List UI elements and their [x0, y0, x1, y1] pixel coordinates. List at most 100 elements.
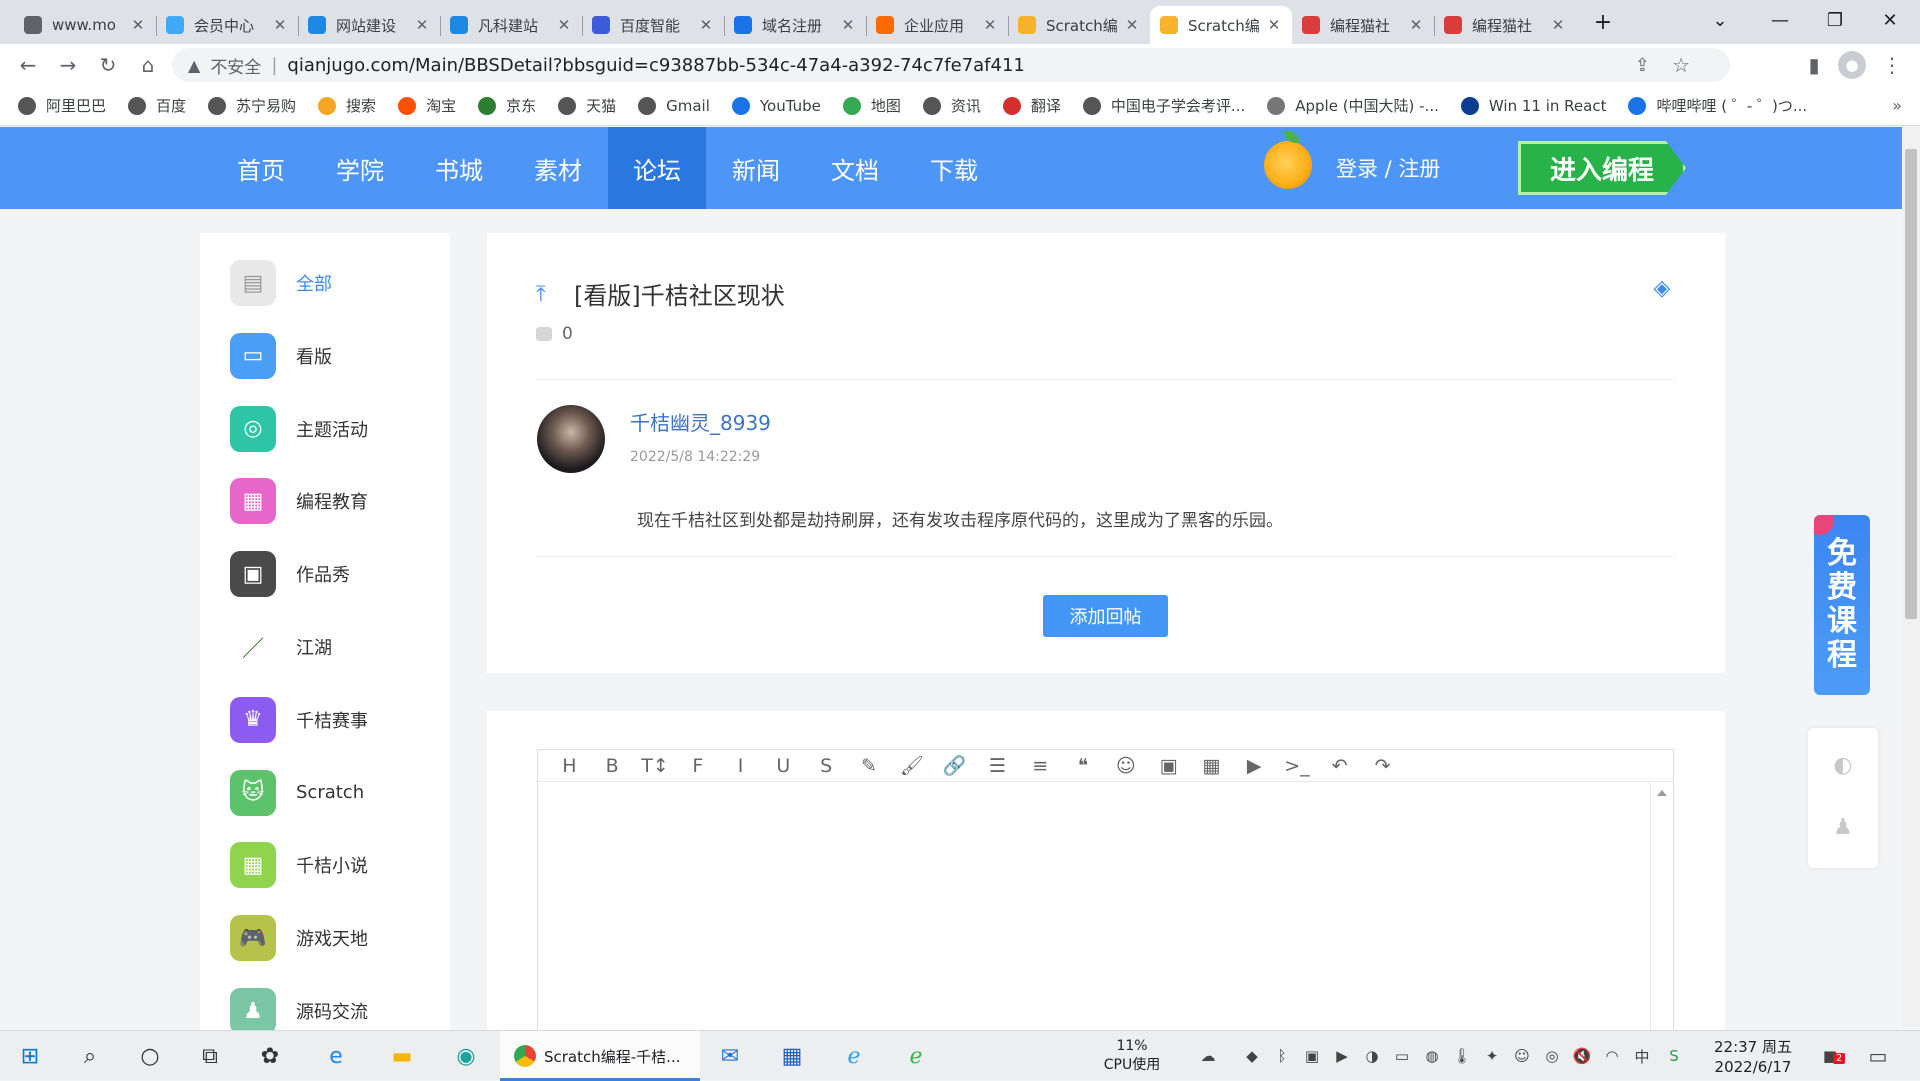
- browser-tab[interactable]: www.mo ✕: [14, 6, 156, 44]
- bookmark-item[interactable]: 百度: [128, 95, 186, 116]
- sidebar-item[interactable]: 🎮 游戏天地: [230, 913, 368, 963]
- browser-tab[interactable]: 编程猫社 ✕: [1292, 6, 1434, 44]
- browser-tab[interactable]: 域名注册 ✕: [724, 6, 866, 44]
- author-avatar[interactable]: [537, 405, 605, 473]
- sidebar-item[interactable]: ▦ 编程教育: [230, 476, 368, 526]
- link-icon[interactable]: 🔗: [933, 754, 976, 777]
- tray-app-icon[interactable]: ☺: [1512, 1046, 1532, 1066]
- cortana-icon[interactable]: ○: [134, 1040, 166, 1072]
- windows-start-icon[interactable]: ⊞: [14, 1040, 46, 1072]
- reload-icon[interactable]: ↻: [94, 51, 122, 79]
- sidebar-item[interactable]: ♛ 千桔赛事: [230, 695, 368, 745]
- sidepanel-icon[interactable]: ▮: [1800, 51, 1828, 79]
- close-tab-icon[interactable]: ✕: [840, 16, 856, 34]
- bookmark-item[interactable]: Win 11 in React: [1460, 96, 1606, 115]
- thermometer-icon[interactable]: 🌡: [1452, 1046, 1472, 1066]
- address-bar[interactable]: ▲ 不安全 | qianjugo.com/Main/BBSDetail?bbsg…: [172, 48, 1730, 82]
- tray-app-icon[interactable]: ▶: [1332, 1046, 1352, 1066]
- font-size-icon[interactable]: T↕: [634, 755, 677, 777]
- bookmark-item[interactable]: 苏宁易购: [208, 95, 296, 116]
- close-tab-icon[interactable]: ✕: [414, 16, 430, 34]
- warning-icon[interactable]: ▲: [188, 56, 200, 75]
- task-view-icon[interactable]: ⧉: [194, 1040, 226, 1072]
- action-center-icon[interactable]: ▭: [1868, 1044, 1888, 1068]
- bookmark-item[interactable]: 京东: [478, 95, 536, 116]
- store-icon[interactable]: ▦: [776, 1040, 808, 1072]
- sidebar-item[interactable]: ▣ 作品秀: [230, 549, 350, 599]
- table-icon[interactable]: ▦: [1190, 755, 1233, 777]
- bookmark-item[interactable]: 淘宝: [398, 95, 456, 116]
- home-icon[interactable]: ⌂: [134, 51, 162, 79]
- bookmark-item[interactable]: 翻译: [1002, 95, 1061, 116]
- insecure-label[interactable]: 不安全: [210, 53, 261, 78]
- close-tab-icon[interactable]: ✕: [1266, 16, 1282, 34]
- bookmark-star-icon[interactable]: ☆: [1672, 53, 1690, 77]
- close-tab-icon[interactable]: ✕: [982, 16, 998, 34]
- browser-tab[interactable]: 网站建设 ✕: [298, 6, 440, 44]
- weather-icon[interactable]: ☁: [1198, 1046, 1218, 1066]
- browser-tab[interactable]: 编程猫社 ✕: [1434, 6, 1576, 44]
- nav-item[interactable]: 文档: [806, 127, 904, 209]
- bookmark-item[interactable]: 哔哩哔哩 ( ゜- ゜)つ...: [1628, 95, 1807, 116]
- menu-kebab-icon[interactable]: ⋮: [1878, 51, 1906, 79]
- close-tab-icon[interactable]: ✕: [130, 16, 146, 34]
- browser-tab[interactable]: 百度智能 ✕: [582, 6, 724, 44]
- nav-item[interactable]: 学院: [311, 127, 409, 209]
- mail-icon[interactable]: ✉: [714, 1040, 746, 1072]
- browser-tab[interactable]: 企业应用 ✕: [866, 6, 1008, 44]
- tray-app-icon[interactable]: ▣: [1302, 1046, 1322, 1066]
- search-icon[interactable]: ⌕: [74, 1040, 106, 1072]
- notification-badge-icon[interactable]: ■ 2: [1818, 1046, 1846, 1066]
- close-tab-icon[interactable]: ✕: [698, 16, 714, 34]
- image-icon[interactable]: ▣: [1147, 755, 1190, 777]
- sidebar-item[interactable]: ♟ 源码交流: [230, 986, 368, 1036]
- underline-icon[interactable]: U: [762, 755, 805, 777]
- orange-logo-icon[interactable]: [1264, 131, 1312, 189]
- author-name[interactable]: 千桔幽灵_8939: [630, 407, 771, 436]
- sidebar-item[interactable]: ◎ 主题活动: [230, 404, 368, 454]
- bookmark-item[interactable]: Gmail: [638, 96, 710, 115]
- emoji-icon[interactable]: ☺: [1104, 755, 1147, 777]
- browser-icon[interactable]: ℯ: [900, 1040, 932, 1072]
- nav-item[interactable]: 书城: [410, 127, 508, 209]
- ie-icon[interactable]: e: [320, 1040, 352, 1072]
- tray-app-icon[interactable]: ◆: [1242, 1046, 1262, 1066]
- editor-scrollbar[interactable]: [1650, 782, 1673, 1050]
- back-icon[interactable]: ←: [14, 51, 42, 79]
- taskbar-chrome-window[interactable]: Scratch编程-千桔...: [500, 1031, 700, 1081]
- tab-search-icon[interactable]: ⌄: [1695, 0, 1745, 40]
- align-icon[interactable]: ≡: [1019, 755, 1062, 777]
- close-tab-icon[interactable]: ✕: [272, 16, 288, 34]
- profile-avatar-icon[interactable]: ●: [1838, 51, 1866, 79]
- app-icon[interactable]: ✿: [254, 1040, 286, 1072]
- bold-icon[interactable]: B: [591, 755, 634, 777]
- tray-app-icon[interactable]: ◑: [1362, 1046, 1382, 1066]
- tray-app-icon[interactable]: ◍: [1422, 1046, 1442, 1066]
- url-text[interactable]: qianjugo.com/Main/BBSDetail?bbsguid=c938…: [287, 55, 1024, 76]
- file-explorer-icon[interactable]: ▬: [386, 1040, 418, 1072]
- enter-programming-button[interactable]: 进入编程: [1518, 141, 1686, 195]
- browser-tab[interactable]: 会员中心 ✕: [156, 6, 298, 44]
- ie-icon[interactable]: ℯ: [838, 1040, 870, 1072]
- sidebar-item[interactable]: ▤ 全部: [230, 258, 332, 308]
- browser-tab[interactable]: Scratch编 ✕: [1008, 6, 1150, 44]
- maximize-icon[interactable]: ❐: [1810, 0, 1860, 40]
- page-scrollbar[interactable]: [1902, 127, 1920, 1027]
- share-icon[interactable]: ⇪: [1635, 55, 1650, 76]
- nav-item[interactable]: 素材: [509, 127, 607, 209]
- italic-icon[interactable]: I: [719, 755, 762, 777]
- video-icon[interactable]: ▶: [1233, 755, 1276, 777]
- minimize-icon[interactable]: —: [1755, 0, 1805, 40]
- more-bookmarks-icon[interactable]: »: [1892, 96, 1902, 115]
- battery-icon[interactable]: ▭: [1392, 1046, 1412, 1066]
- wifi-icon[interactable]: ◠: [1602, 1046, 1622, 1066]
- bookmark-item[interactable]: 地图: [842, 95, 901, 116]
- edge-icon[interactable]: ◉: [450, 1040, 482, 1072]
- bookmark-item[interactable]: 资讯: [922, 95, 981, 116]
- code-icon[interactable]: >_: [1276, 755, 1319, 777]
- scroll-up-icon[interactable]: [1657, 790, 1667, 796]
- sidebar-item[interactable]: 🐱 Scratch: [230, 768, 364, 818]
- bookmark-item[interactable]: 天猫: [558, 95, 616, 116]
- qq-icon[interactable]: ♟: [1830, 814, 1856, 840]
- wechat-icon[interactable]: ◐: [1830, 752, 1856, 778]
